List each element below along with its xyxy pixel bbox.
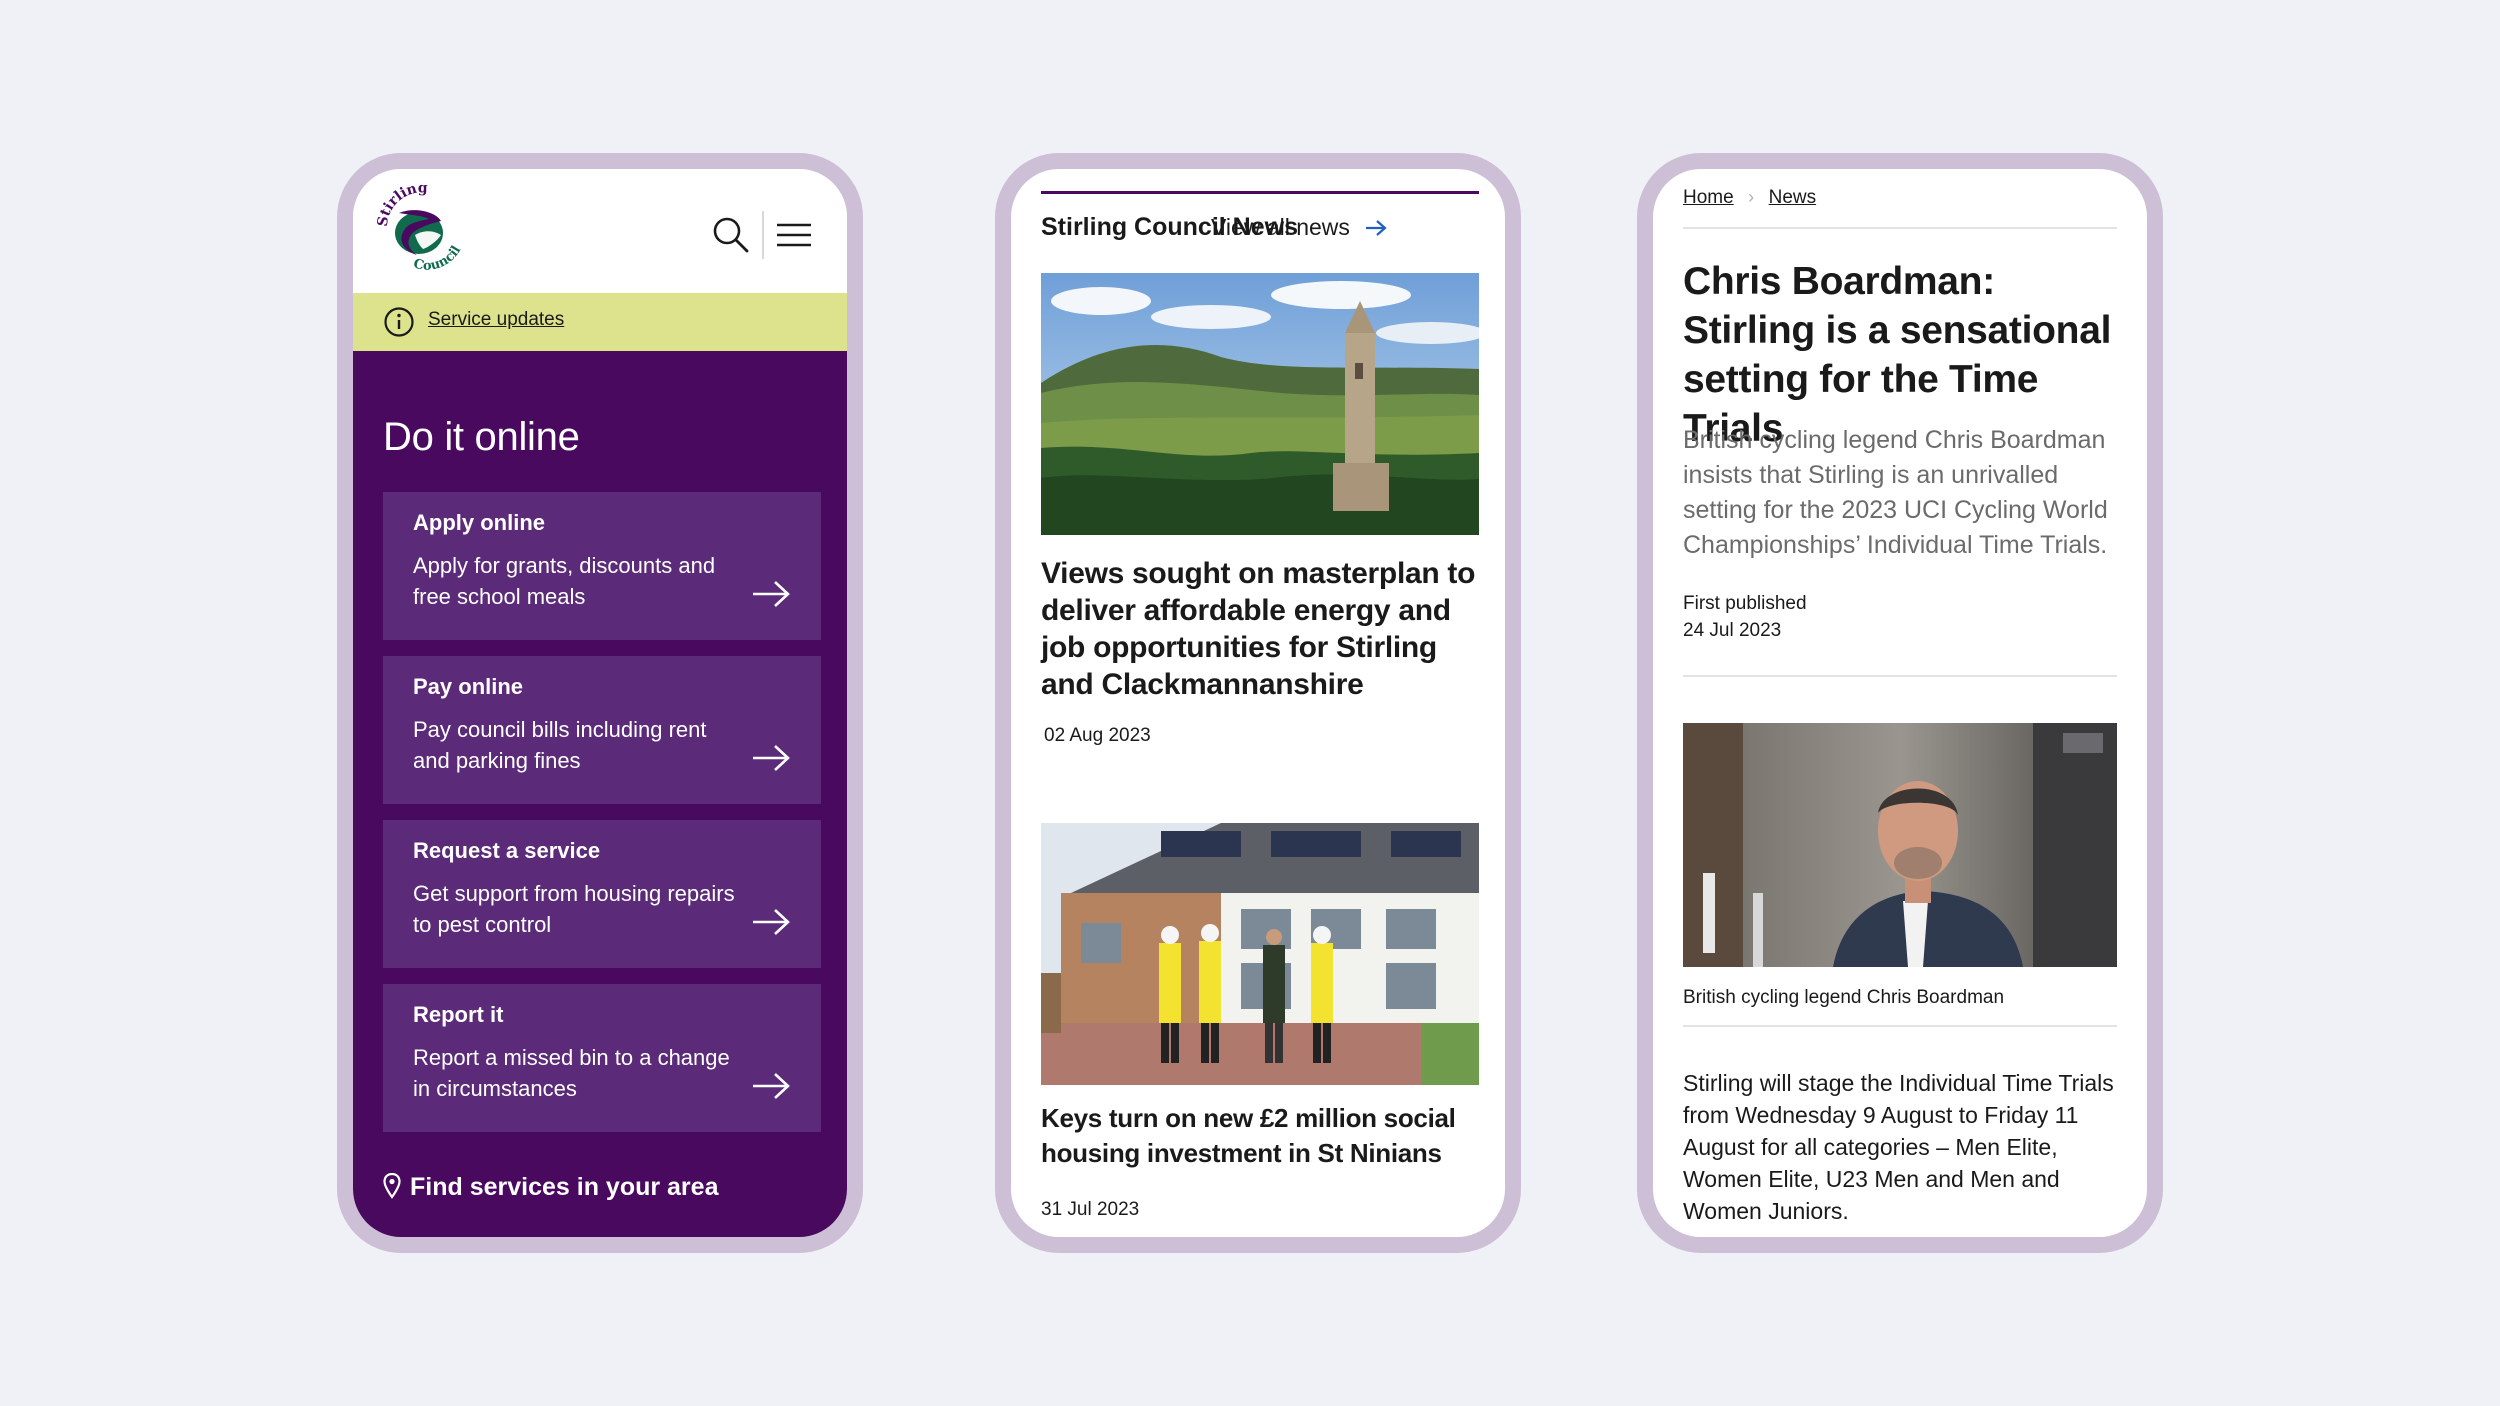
map-pin-icon xyxy=(383,1173,401,1199)
card-apply-online[interactable]: Apply online Apply for grants, discounts… xyxy=(383,492,821,640)
news-image-housing[interactable] xyxy=(1041,823,1479,1085)
news-title-housing[interactable]: Keys turn on new £2 million social housi… xyxy=(1041,1101,1479,1171)
section-title: Do it online xyxy=(383,415,580,459)
card-description: Pay council bills including rent and par… xyxy=(413,717,707,773)
phone-screen-home: Stirling Council Service updates Do it o… xyxy=(353,169,847,1237)
card-title: Report it xyxy=(413,1002,504,1027)
arrow-right-icon[interactable] xyxy=(1365,219,1387,237)
card-description: Report a missed bin to a change in circu… xyxy=(413,1045,730,1101)
view-all-news-link[interactable]: View all news xyxy=(1211,214,1350,241)
news-image-masterplan[interactable] xyxy=(1041,273,1479,535)
info-icon xyxy=(384,307,414,337)
service-updates-banner: Service updates xyxy=(353,293,847,351)
portrait-photo xyxy=(1683,723,2117,967)
news-heading-rule xyxy=(1041,191,1479,194)
news-title-masterplan[interactable]: Views sought on masterplan to deliver af… xyxy=(1041,555,1479,703)
article-intro: British cycling legend Chris Boardman in… xyxy=(1683,426,2108,559)
article-body: Stirling will stage the Individual Time … xyxy=(1683,1070,2114,1224)
meta-divider xyxy=(1683,675,2117,677)
hamburger-menu-icon[interactable] xyxy=(773,215,813,255)
card-title: Apply online xyxy=(413,510,545,535)
card-description: Apply for grants, discounts and free sch… xyxy=(413,553,716,609)
phone-frame-news: Stirling Council News View all news View… xyxy=(995,153,1521,1253)
search-icon[interactable] xyxy=(711,215,751,255)
find-services-label: Find services in your area xyxy=(410,1173,719,1201)
published-label: First published xyxy=(1683,593,1807,614)
chevron-right-icon: › xyxy=(1748,187,1755,207)
stirling-council-logo[interactable]: Stirling Council xyxy=(375,181,469,275)
phone-frame-article: Home › News Chris Boardman: Stirling is … xyxy=(1637,153,2163,1253)
arrow-right-icon xyxy=(753,581,790,607)
arrow-right-icon xyxy=(753,909,790,935)
card-title: Pay online xyxy=(413,674,524,699)
landscape-monument-image xyxy=(1041,273,1479,535)
phone-screen-article: Home › News Chris Boardman: Stirling is … xyxy=(1653,169,2147,1237)
card-report-it[interactable]: Report it Report a missed bin to a chang… xyxy=(383,984,821,1132)
news-date: 02 Aug 2023 xyxy=(1044,725,1151,746)
card-pay-online[interactable]: Pay online Pay council bills including r… xyxy=(383,656,821,804)
breadcrumb-home[interactable]: Home xyxy=(1683,187,1734,208)
card-title: Request a service xyxy=(413,838,601,863)
phone-frame-home: Stirling Council Service updates Do it o… xyxy=(337,153,863,1253)
phone-screen-news: Stirling Council News View all news View… xyxy=(1011,169,1505,1237)
card-request-service[interactable]: Request a service Get support from housi… xyxy=(383,820,821,968)
news-date: 31 Jul 2023 xyxy=(1041,1199,1140,1220)
caption-divider xyxy=(1683,1025,2117,1027)
do-it-online-section: Do it online Apply online Apply for gran… xyxy=(353,351,847,1237)
arrow-right-icon xyxy=(753,1073,790,1099)
site-header: Stirling Council xyxy=(353,169,847,293)
header-divider xyxy=(762,211,764,259)
service-updates-link[interactable]: Service updates xyxy=(428,309,564,331)
breadcrumb-news[interactable]: News xyxy=(1769,187,1817,208)
breadcrumb: Home › News xyxy=(1683,187,1816,217)
housing-development-image xyxy=(1041,823,1479,1085)
breadcrumb-divider xyxy=(1683,227,2117,229)
arrow-right-icon xyxy=(753,745,790,771)
article-photo xyxy=(1683,723,2117,967)
card-description: Get support from housing repairs to pest… xyxy=(413,881,735,937)
photo-caption: British cycling legend Chris Boardman xyxy=(1683,987,2005,1008)
published-date: 24 Jul 2023 xyxy=(1683,620,1782,641)
